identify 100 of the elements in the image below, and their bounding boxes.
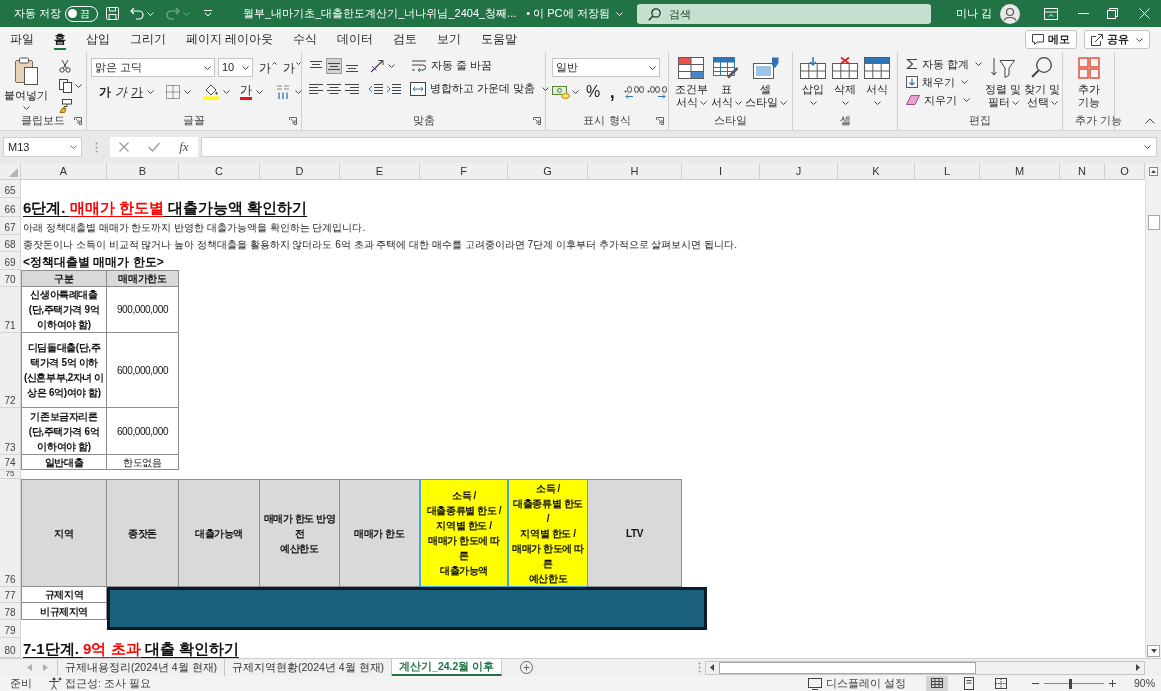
column-header[interactable]: F	[420, 163, 508, 180]
row-header[interactable]: 76	[0, 479, 21, 587]
zoom-in-icon[interactable]	[1109, 680, 1116, 687]
row-header[interactable]: 71	[0, 287, 21, 333]
addins-button[interactable]: 추가 기능	[1077, 54, 1100, 114]
launcher-icon[interactable]	[74, 116, 82, 125]
scroll-down-button[interactable]	[1147, 645, 1160, 657]
row-header[interactable]: 67	[0, 217, 21, 235]
menu-tab[interactable]: 파일	[10, 29, 34, 50]
menu-tab[interactable]: 홈	[54, 29, 66, 50]
column-header[interactable]: K	[838, 163, 915, 180]
row-header[interactable]: 74	[0, 455, 21, 470]
formula-field[interactable]	[201, 137, 1157, 157]
ribbon-display-icon[interactable]	[1044, 7, 1058, 20]
column-header[interactable]: D	[260, 163, 340, 180]
paste-button[interactable]: 붙여넣기	[2, 54, 50, 114]
vertical-scrollbar[interactable]	[1145, 180, 1161, 658]
column-header[interactable]: J	[760, 163, 838, 180]
column-header[interactable]: O	[1105, 163, 1145, 180]
fill-color-icon[interactable]	[203, 84, 219, 100]
normal-view-icon[interactable]	[926, 676, 948, 691]
decrease-indent-icon[interactable]	[368, 81, 384, 96]
launcher-icon[interactable]	[656, 116, 664, 125]
cancel-icon[interactable]	[119, 142, 130, 152]
bold-button[interactable]: 가	[99, 84, 111, 100]
caret-icon[interactable]	[1144, 145, 1151, 149]
menu-tab[interactable]: 도움말	[481, 29, 518, 50]
menu-tab[interactable]: 그리기	[130, 29, 166, 50]
wrap-text-button[interactable]: 자동 줄 바꿈	[411, 58, 492, 74]
menu-tab[interactable]: 검토	[393, 29, 418, 50]
accessibility-button[interactable]: 접근성: 조사 필요	[48, 676, 151, 691]
insert-cells-button[interactable]: 삽입	[800, 54, 826, 114]
caret-icon[interactable]	[295, 90, 302, 94]
align-left-icon[interactable]	[308, 81, 324, 96]
font-name-combobox[interactable]: 맑은 고딕	[91, 58, 215, 77]
autosum-button[interactable]: 자동 합계	[906, 57, 982, 71]
enter-icon[interactable]	[148, 142, 161, 152]
find-button[interactable]: 찾기 및 선택	[1024, 54, 1061, 114]
font-size-combobox[interactable]: 10	[217, 58, 253, 77]
customize-icon[interactable]	[204, 10, 213, 17]
column-header[interactable]: C	[179, 163, 260, 180]
grow-font-button[interactable]: 가	[259, 60, 277, 75]
add-sheet-icon[interactable]	[520, 661, 534, 674]
angled-text-icon[interactable]	[370, 59, 386, 73]
row-header[interactable]: 66	[0, 198, 21, 217]
insert-function-button[interactable]: fx	[179, 140, 189, 154]
zoom-slider[interactable]	[1044, 678, 1104, 689]
row-header[interactable]: 69	[0, 252, 21, 270]
number-format-combobox[interactable]: 일반	[552, 58, 660, 77]
close-icon[interactable]	[1139, 8, 1150, 19]
row-header[interactable]: 79	[0, 620, 21, 638]
fill-button[interactable]: 채우기	[906, 75, 982, 89]
launcher-icon[interactable]	[289, 116, 297, 125]
caret-icon[interactable]	[223, 90, 230, 94]
column-header[interactable]: L	[915, 163, 980, 180]
zoom-level[interactable]: 90%	[1134, 676, 1155, 691]
row-header[interactable]: 80	[0, 638, 21, 658]
scroll-left-icon[interactable]	[710, 664, 714, 671]
collapse-ribbon-icon[interactable]	[1145, 118, 1155, 124]
scissors-icon[interactable]	[59, 59, 71, 73]
merge-center-button[interactable]: 병합하고 가운데 맞춤	[410, 81, 549, 97]
row-header[interactable]: 65	[0, 180, 21, 198]
row-header[interactable]: 77	[0, 587, 21, 603]
underline-button[interactable]: 가	[131, 84, 143, 100]
font-color-button[interactable]: 가	[240, 84, 252, 100]
restore-icon[interactable]	[1107, 8, 1118, 19]
save-icon[interactable]	[106, 7, 120, 20]
row-header[interactable]: 73	[0, 408, 21, 455]
cell-style-button[interactable]: 셀 스타일	[744, 54, 787, 114]
row-header[interactable]: 78	[0, 603, 21, 620]
column-header[interactable]: M	[980, 163, 1060, 180]
menu-tab[interactable]: 페이지 레이아웃	[186, 29, 274, 50]
scroll-right-icon[interactable]	[1136, 664, 1140, 671]
increase-decimal-icon[interactable]	[624, 85, 645, 99]
column-header[interactable]: H	[588, 163, 682, 180]
caret-icon[interactable]	[184, 90, 191, 94]
row-header[interactable]: 72	[0, 333, 21, 408]
shrink-font-button[interactable]: 가	[283, 60, 301, 75]
display-settings-button[interactable]: 디스플레이 설정	[808, 676, 906, 691]
column-header[interactable]: B	[107, 163, 179, 180]
caret-icon[interactable]	[147, 90, 154, 94]
comma-button[interactable]: ,	[607, 85, 618, 99]
comment-button[interactable]: 메모	[1025, 30, 1077, 49]
italic-button[interactable]: 가	[115, 84, 127, 100]
menu-tab[interactable]: 삽입	[86, 29, 110, 50]
menu-tab[interactable]: 수식	[293, 29, 318, 50]
search-field[interactable]: 검색	[636, 3, 931, 24]
row-header[interactable]: 68	[0, 235, 21, 252]
align-center-icon[interactable]	[326, 81, 342, 96]
share-button[interactable]: 공유	[1084, 30, 1150, 49]
caret-icon[interactable]	[75, 84, 82, 88]
align-middle-icon[interactable]	[326, 58, 342, 74]
align-right-icon[interactable]	[344, 81, 360, 96]
conditional-format-button[interactable]: 조건부 서식	[674, 54, 708, 114]
percent-button[interactable]: %	[586, 84, 601, 100]
scrollbar-thumb[interactable]	[1147, 215, 1160, 230]
column-header[interactable]: N	[1060, 163, 1105, 180]
table-format-button[interactable]: 표 서식	[710, 54, 742, 114]
column-header[interactable]: G	[508, 163, 588, 180]
menu-tab[interactable]: 데이터	[337, 29, 374, 50]
